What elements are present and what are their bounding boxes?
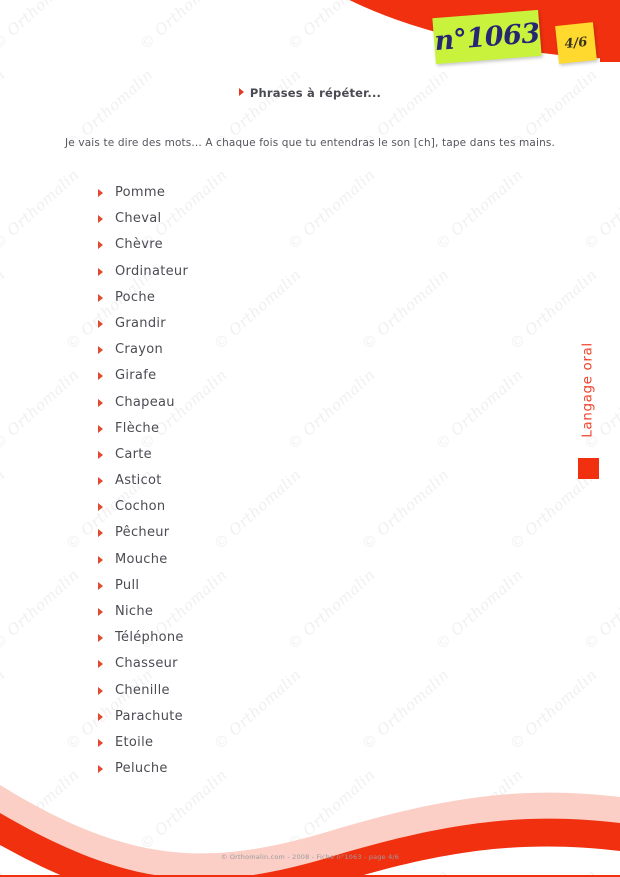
- word-label: Carte: [115, 446, 152, 462]
- word-label: Etoile: [115, 734, 154, 750]
- word-label: Chèvre: [115, 237, 163, 253]
- triangle-bullet-icon: [98, 634, 103, 643]
- triangle-bullet-icon: [98, 450, 103, 459]
- word-label: Crayon: [115, 342, 164, 358]
- triangle-bullet-icon: [98, 581, 103, 590]
- word-label: Cheval: [115, 211, 162, 227]
- word-label: Peluche: [115, 761, 168, 777]
- word-list-item: Pomme: [96, 180, 426, 206]
- word-label: Parachute: [115, 708, 183, 724]
- category-red-square: [578, 458, 599, 479]
- triangle-bullet-icon: [98, 555, 103, 564]
- word-list-item: Asticot: [96, 468, 426, 494]
- triangle-bullet-icon: [98, 529, 103, 538]
- word-list-item: Girafe: [96, 363, 426, 389]
- word-list-item: Carte: [96, 442, 426, 468]
- word-list-item: Téléphone: [96, 625, 426, 651]
- word-list-item: Poche: [96, 285, 426, 311]
- triangle-bullet-icon: [98, 293, 103, 302]
- exercise-title-label: Phrases à répéter...: [249, 86, 382, 100]
- word-list-item: Cheval: [96, 206, 426, 232]
- word-label: Niche: [115, 604, 154, 619]
- word-label: Pull: [115, 577, 140, 593]
- word-label: Cochon: [115, 499, 166, 515]
- word-list-item: Chèvre: [96, 232, 426, 258]
- word-list-item: Chenille: [96, 678, 426, 704]
- word-list: Pomme Cheval Chèvre Ordinateur Poche Grandir C…: [96, 180, 426, 782]
- worksheet-content: Phrases à répéter... Je vais te dire des…: [0, 0, 620, 877]
- triangle-bullet-icon: [98, 372, 103, 381]
- triangle-bullet-icon: [98, 712, 103, 721]
- category-side-label: Langage oral: [575, 330, 601, 450]
- word-label: Grandir: [115, 315, 166, 331]
- word-label: Asticot: [115, 473, 162, 489]
- word-label: Ordinateur: [115, 263, 189, 279]
- word-list-item: Flèche: [96, 416, 426, 442]
- word-list-item: Grandir: [96, 311, 426, 337]
- word-list-item: Mouche: [96, 547, 426, 573]
- word-list-item: Pêcheur: [96, 520, 426, 546]
- word-list-item: Ordinateur: [96, 259, 426, 285]
- triangle-bullet-icon: [98, 503, 103, 512]
- category-side-text: Langage oral: [580, 342, 596, 438]
- word-list-item: Crayon: [96, 337, 426, 363]
- triangle-bullet-icon: [98, 608, 103, 616]
- word-list-item: Chapeau: [96, 390, 426, 416]
- word-label: Mouche: [115, 551, 168, 567]
- word-label: Girafe: [115, 368, 157, 384]
- worksheet-page: © Orthomalin© Orthomalin© Orthomalin© Or…: [0, 0, 620, 877]
- triangle-bullet-icon: [98, 660, 103, 669]
- word-list-item: Etoile: [96, 730, 426, 756]
- triangle-bullet-icon: [98, 424, 103, 433]
- triangle-bullet-icon: [98, 686, 103, 695]
- triangle-bullet-icon: [98, 765, 103, 774]
- exercise-title: Phrases à répéter...: [0, 86, 620, 100]
- triangle-bullet-icon: [238, 88, 244, 96]
- triangle-bullet-icon: [98, 267, 103, 276]
- word-label: Pêcheur: [115, 525, 170, 541]
- exercise-instruction: Je vais te dire des mots... A chaque foi…: [64, 137, 556, 149]
- triangle-bullet-icon: [98, 319, 103, 328]
- word-list-item: Cochon: [96, 494, 426, 520]
- word-list-item: Peluche: [96, 756, 426, 782]
- word-label: Chapeau: [115, 394, 175, 410]
- word-label: Téléphone: [115, 630, 184, 646]
- word-label: Chenille: [115, 682, 170, 698]
- triangle-bullet-icon: [98, 738, 103, 747]
- word-label: Chasseur: [115, 656, 178, 672]
- triangle-bullet-icon: [98, 215, 103, 224]
- footer-copyright: © Orthomalin.com - 2008 - Fiche n°1063 -…: [220, 853, 400, 861]
- triangle-bullet-icon: [98, 189, 103, 197]
- triangle-bullet-icon: [98, 241, 103, 250]
- word-label: Poche: [115, 289, 156, 305]
- word-list-item: Pull: [96, 573, 426, 599]
- triangle-bullet-icon: [98, 477, 103, 486]
- word-label: Flèche: [115, 420, 160, 436]
- word-list-item: Niche: [96, 599, 426, 625]
- triangle-bullet-icon: [98, 346, 103, 355]
- word-list-item: Chasseur: [96, 651, 426, 677]
- triangle-bullet-icon: [98, 398, 103, 407]
- word-list-item: Parachute: [96, 704, 426, 730]
- word-label: Pomme: [115, 185, 166, 200]
